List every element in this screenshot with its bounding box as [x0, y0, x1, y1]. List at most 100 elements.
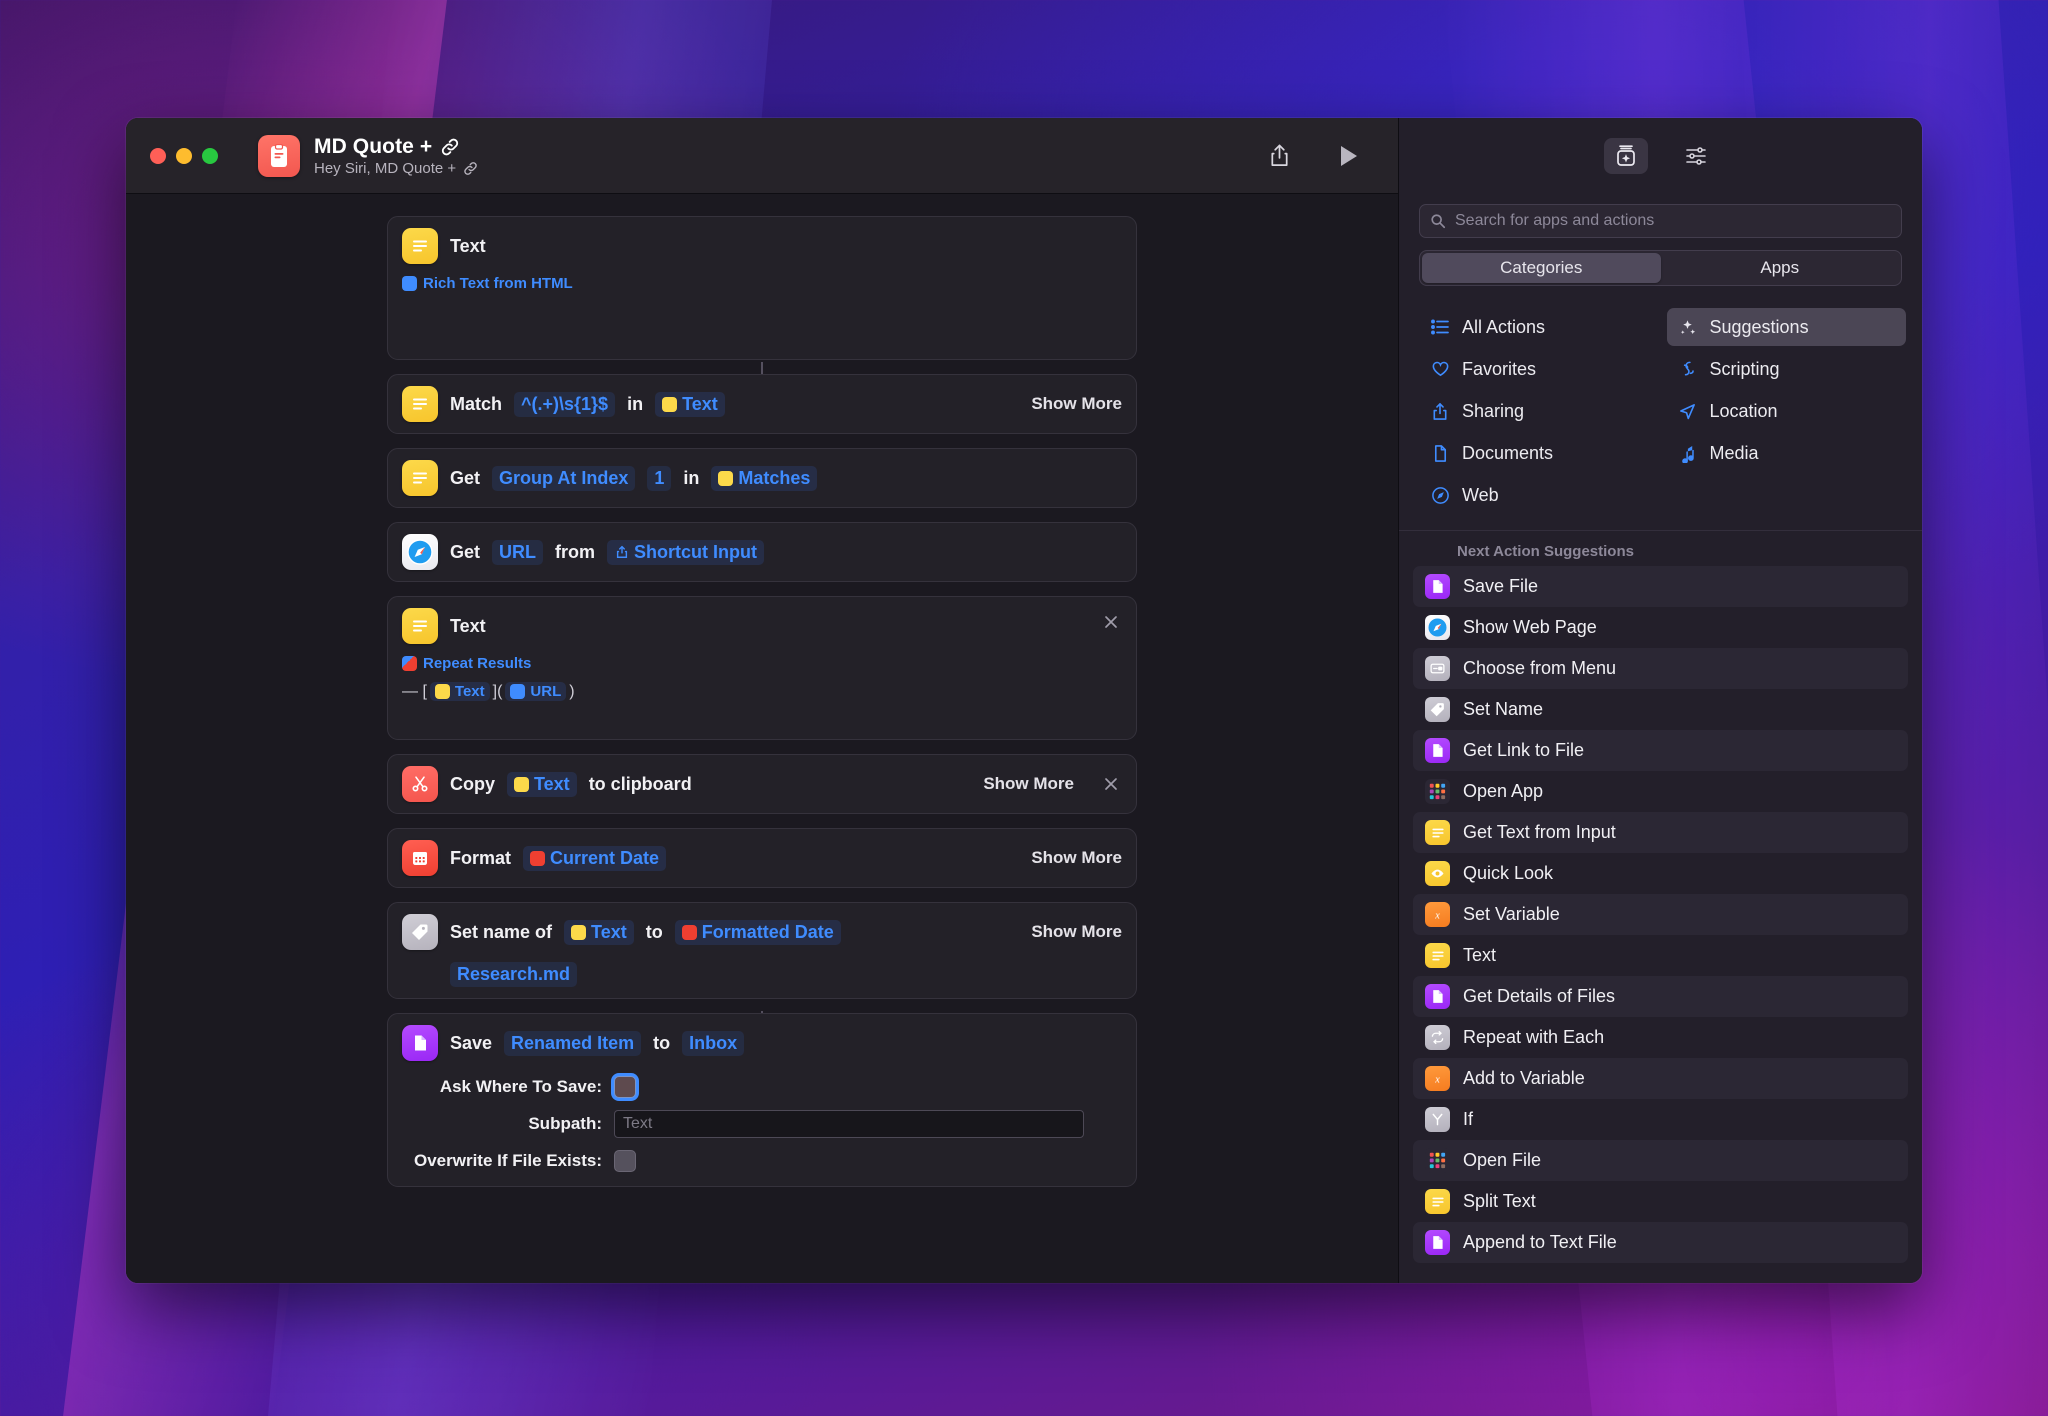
file-icon	[402, 1025, 438, 1061]
sidebar-item-sharing[interactable]: Sharing	[1419, 392, 1659, 430]
overwrite-if-file-exists-toggle[interactable]	[614, 1150, 636, 1172]
saved-item-token[interactable]: Renamed Item	[504, 1030, 642, 1056]
repeat-results-row[interactable]: Repeat Results	[388, 655, 1136, 682]
variable-text-icon	[434, 684, 450, 699]
sidebar-item-all-actions[interactable]: All Actions	[1419, 308, 1659, 346]
minimize-window-button[interactable]	[176, 147, 192, 164]
parameter-label: Overwrite If File Exists:	[413, 1151, 602, 1170]
action-card-copy[interactable]: Copy Text to clipboard Show More	[387, 754, 1137, 814]
group-parameter[interactable]: Group At Index	[492, 465, 636, 491]
variable-date-icon	[530, 850, 546, 866]
index-value[interactable]: 1	[647, 465, 672, 491]
shortcut-details-icon[interactable]	[1674, 138, 1718, 174]
tab-categories[interactable]: Categories	[1422, 253, 1661, 283]
sidebar-item-location[interactable]: Location	[1667, 392, 1907, 430]
suggestion-item[interactable]: Save File	[1413, 566, 1908, 607]
suggestion-item[interactable]: If	[1413, 1099, 1908, 1140]
suggestion-item[interactable]: Text	[1413, 935, 1908, 976]
suggestion-item[interactable]: Choose from Menu	[1413, 648, 1908, 689]
shortcuts-editor-window: MD Quote + Hey Siri, MD Quote + Text Ric…	[126, 118, 1922, 1283]
ask-where-to-save-toggle[interactable]	[614, 1076, 636, 1098]
suggestion-item[interactable]: Split Text	[1413, 1181, 1908, 1222]
shortcut-input-icon	[614, 545, 629, 560]
action-card-format-date[interactable]: Format Current Date Show More	[387, 828, 1137, 888]
variable-token[interactable]: Shortcut Input	[607, 539, 764, 565]
suggestion-item[interactable]: Append to Text File	[1413, 1222, 1908, 1263]
suggestion-item[interactable]: Set Name	[1413, 689, 1908, 730]
close-icon[interactable]	[1100, 773, 1122, 795]
subpath-input[interactable]: Text	[614, 1110, 1084, 1138]
tab-apps[interactable]: Apps	[1661, 253, 1900, 283]
markdown-mid: ](	[492, 682, 503, 700]
suggestion-item[interactable]: Get Text from Input	[1413, 812, 1908, 853]
show-more-button[interactable]: Show More	[1013, 848, 1122, 868]
destination-token[interactable]: Inbox	[682, 1030, 745, 1056]
action-library-icon[interactable]	[1603, 138, 1648, 174]
suggestion-item[interactable]: Get Link to File	[1413, 730, 1908, 771]
sidebar-item-scripting[interactable]: Scripting	[1667, 350, 1907, 388]
variable-token[interactable]: Rich Text from HTML	[402, 275, 573, 292]
sidebar-item-suggestions[interactable]: Suggestions	[1666, 308, 1906, 346]
show-more-button[interactable]: Show More	[1013, 922, 1122, 942]
titlebar-actions	[1264, 141, 1376, 171]
text-content-row[interactable]: Rich Text from HTML	[388, 275, 1136, 302]
action-card-text-markdown[interactable]: Text Repeat Results — [ Text](URL)	[387, 596, 1137, 740]
menu-gray-icon	[1425, 656, 1450, 681]
share-icon[interactable]	[1264, 141, 1294, 171]
action-card-set-name[interactable]: Set name of Text to Formatted Date Show …	[387, 902, 1137, 999]
variable-label: Text	[534, 773, 570, 794]
sidebar-item-documents[interactable]: Documents	[1419, 434, 1659, 472]
sidebar-item-favorites[interactable]: Favorites	[1419, 350, 1659, 388]
library-tabs: Categories Apps	[1419, 250, 1902, 286]
safari-icon	[1425, 615, 1450, 640]
variable-token[interactable]: Text	[429, 682, 490, 701]
variable-token[interactable]: Matches	[711, 465, 818, 491]
variable-token[interactable]: Text	[507, 771, 577, 797]
suggestion-item[interactable]: Open File	[1413, 1140, 1908, 1181]
suggestion-item[interactable]: Open App	[1413, 771, 1908, 812]
close-icon[interactable]	[1100, 611, 1122, 633]
variable-token[interactable]: Text	[655, 391, 725, 417]
action-label: Copy	[450, 773, 495, 794]
sidebar-item-web[interactable]: Web	[1419, 476, 1659, 514]
sidebar-toolbar	[1399, 118, 1922, 194]
show-more-button[interactable]: Show More	[1013, 394, 1122, 414]
play-icon[interactable]	[1334, 141, 1364, 171]
action-card-get-group[interactable]: Get Group At Index 1 in Matches	[387, 448, 1137, 508]
url-parameter[interactable]: URL	[492, 539, 544, 565]
text-action-icon	[402, 386, 438, 422]
suggestion-label: Open File	[1463, 1150, 1542, 1170]
variable-token[interactable]: Text	[564, 919, 634, 945]
variable-token[interactable]: Formatted Date	[674, 919, 841, 945]
action-card-match[interactable]: Match ^(.+)\s{1}$ in Text Show More	[387, 374, 1137, 434]
window-controls[interactable]	[150, 147, 218, 164]
shortcut-name: MD Quote +	[314, 134, 433, 158]
action-card-get-url[interactable]: Get URL from Shortcut Input	[387, 522, 1137, 582]
markdown-template-row[interactable]: — [ Text ]( URL )	[388, 682, 1136, 701]
variable-token[interactable]: URL	[505, 682, 567, 701]
suggestion-item[interactable]: Quick Look	[1413, 853, 1908, 894]
zoom-window-button[interactable]	[202, 147, 218, 164]
suggestions-list[interactable]: Save File Show Web Page Choose from Menu Se…	[1399, 566, 1922, 1283]
suggestion-item[interactable]: Get Details of Files	[1413, 976, 1908, 1017]
action-card-save[interactable]: Save Renamed Item to Inbox Ask Where To …	[387, 1013, 1137, 1187]
variable-token[interactable]: Repeat Results	[402, 655, 531, 672]
music-note-icon	[1677, 444, 1699, 463]
filename-token[interactable]: Research.md	[450, 962, 578, 987]
action-card-text[interactable]: Text Rich Text from HTML	[387, 216, 1137, 360]
category-label: Sharing	[1462, 400, 1525, 421]
regex-parameter[interactable]: ^(.+)\s{1}$	[514, 391, 616, 417]
suggestion-item[interactable]: x Add to Variable	[1413, 1058, 1908, 1099]
suggestion-item[interactable]: Show Web Page	[1413, 607, 1908, 648]
show-more-button[interactable]: Show More	[965, 774, 1074, 794]
parameter-label: Ask Where To Save:	[439, 1077, 602, 1096]
search-input[interactable]: Search for apps and actions	[1419, 204, 1902, 238]
variable-token[interactable]: Current Date	[523, 845, 667, 871]
sidebar-item-media[interactable]: Media	[1667, 434, 1907, 472]
suggestion-item[interactable]: Repeat with Each	[1413, 1017, 1908, 1058]
close-window-button[interactable]	[150, 147, 166, 164]
svg-text:x: x	[1434, 1074, 1440, 1085]
suggestion-item[interactable]: x Set Variable	[1413, 894, 1908, 935]
shortcut-canvas[interactable]: Text Rich Text from HTML Match ^(.+)\s{1…	[126, 194, 1398, 1283]
apps-grid-icon	[1425, 779, 1450, 804]
